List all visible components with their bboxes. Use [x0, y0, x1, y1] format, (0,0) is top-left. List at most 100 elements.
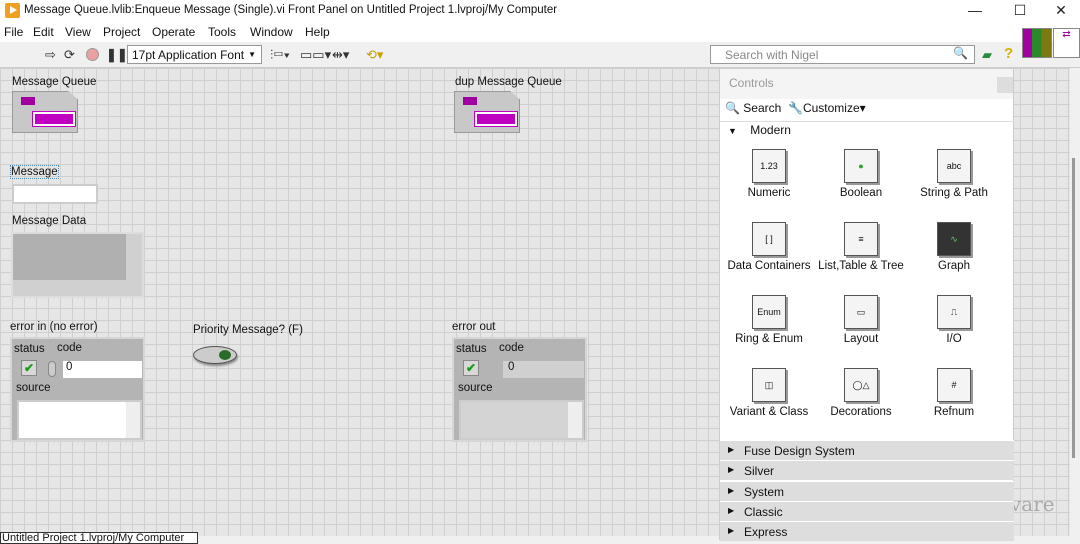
expanded-triangle-icon: ▼ — [728, 126, 737, 136]
dup-message-queue-refnum — [454, 91, 520, 133]
item-label: Layout — [843, 333, 879, 345]
item-label: Decorations — [830, 406, 892, 418]
category-system[interactable]: System — [720, 481, 1014, 501]
status-checkbox[interactable]: ✔ — [21, 360, 37, 376]
controls-palette: Controls 🔍 Search 🔧Customize▾ ▼ Modern 1… — [719, 68, 1014, 541]
item-label: Refnum — [933, 406, 975, 418]
ring-enum-icon: Enum — [752, 295, 786, 329]
modern-label: Modern — [750, 123, 791, 137]
palette-item-data-containers[interactable]: [ ] Data Containers — [724, 222, 814, 272]
item-label: List,Table & Tree — [818, 260, 904, 272]
menu-tools[interactable]: Tools — [208, 25, 236, 39]
item-label: String & Path — [920, 187, 988, 199]
run-continuously-icon[interactable]: ⟳ — [64, 47, 75, 63]
palette-search-button[interactable]: 🔍 Search — [725, 101, 781, 115]
item-label: Boolean — [839, 187, 883, 199]
resize-objects-icon[interactable]: ⇹▾ — [332, 47, 349, 63]
distribute-objects-icon[interactable]: ▭▭▾ — [300, 47, 331, 63]
status-label: status — [14, 343, 45, 355]
category-silver[interactable]: Silver — [720, 460, 1014, 480]
menu-edit[interactable]: Edit — [33, 25, 54, 39]
message-data-label: Message Data — [12, 215, 87, 227]
layout-icon: ▭ — [844, 295, 878, 329]
vi-icon[interactable]: ⇄ — [1053, 28, 1080, 58]
close-palette-button[interactable] — [997, 77, 1013, 93]
palette-item-variant-class[interactable]: ◫ Variant & Class — [724, 368, 814, 418]
source-input[interactable] — [17, 400, 142, 440]
minimize-button[interactable]: — — [960, 2, 990, 20]
connector-pane-icon[interactable] — [1022, 28, 1052, 58]
help-icon[interactable]: ? — [1004, 45, 1013, 62]
item-label: Ring & Enum — [735, 333, 803, 345]
search-icon: 🔍 — [953, 46, 968, 60]
error-out-cluster: status code ✔ 0 source — [452, 337, 587, 442]
palette-item-graph[interactable]: ∿ Graph — [909, 222, 999, 272]
item-label: Graph — [938, 260, 970, 272]
labview-app-icon — [5, 3, 20, 18]
numeric-icon: 1.23 — [752, 149, 786, 183]
category-classic[interactable]: Classic — [720, 501, 1014, 521]
message-queue-label: Message Queue — [12, 76, 97, 88]
vertical-scrollbar[interactable] — [1072, 158, 1075, 458]
font-select[interactable]: 17pt Application Font ▼ — [127, 45, 262, 64]
nigel-chat-icon[interactable]: ▰ — [982, 47, 992, 63]
category-fuse-design-system[interactable]: Fuse Design System — [720, 440, 1014, 460]
message-queue-refnum[interactable] — [12, 91, 78, 133]
dup-message-queue-label: dup Message Queue — [455, 76, 562, 88]
maximize-button[interactable]: ☐ — [1005, 2, 1035, 20]
menu-project[interactable]: Project — [103, 25, 140, 39]
led-icon — [219, 350, 231, 360]
menu-file[interactable]: File — [4, 25, 23, 39]
code-label: code — [57, 342, 82, 354]
menu-help[interactable]: Help — [305, 25, 330, 39]
data-containers-icon: [ ] — [752, 222, 786, 256]
abort-icon[interactable] — [86, 48, 99, 61]
palette-item-decorations[interactable]: ◯△ Decorations — [816, 368, 906, 418]
item-label: Data Containers — [727, 260, 811, 272]
palette-item-io[interactable]: ⎍ I/O — [909, 295, 999, 345]
string-path-icon: abc — [937, 149, 971, 183]
menu-operate[interactable]: Operate — [152, 25, 195, 39]
list-table-tree-icon: ≡ — [844, 222, 878, 256]
priority-message-label: Priority Message? (F) — [193, 324, 303, 336]
status-indicator: ✔ — [463, 360, 479, 376]
message-data-variant[interactable] — [11, 232, 144, 298]
font-select-value: 17pt Application Font — [132, 48, 245, 62]
error-in-cluster: status code ✔ 0 source — [10, 337, 145, 442]
priority-message-toggle[interactable] — [193, 346, 237, 364]
palette-item-refnum[interactable]: # Refnum — [909, 368, 999, 418]
code-indicator: 0 — [503, 361, 584, 378]
category-express[interactable]: Express — [720, 521, 1014, 541]
menu-view[interactable]: View — [65, 25, 91, 39]
palette-item-boolean[interactable]: ● Boolean — [816, 149, 906, 199]
palette-item-string-path[interactable]: abc String & Path — [909, 149, 999, 199]
source-label: source — [16, 382, 51, 394]
status-bar-project: Untitled Project 1.lvproj/My Computer — [0, 532, 198, 544]
window-title: Message Queue.lvlib:Enqueue Message (Sin… — [24, 4, 558, 16]
code-input[interactable]: 0 — [63, 361, 142, 378]
palette-item-numeric[interactable]: 1.23 Numeric — [724, 149, 814, 199]
code-increment-icon[interactable] — [48, 361, 56, 377]
category-modern[interactable]: ▼ Modern — [728, 123, 791, 137]
message-input[interactable] — [12, 184, 98, 204]
graph-icon: ∿ — [937, 222, 971, 256]
close-button[interactable]: ✕ — [1046, 2, 1076, 20]
io-icon: ⎍ — [937, 295, 971, 329]
customize-button[interactable]: 🔧Customize▾ — [788, 101, 866, 115]
wrench-icon: 🔧 — [788, 101, 803, 115]
run-arrow-icon[interactable]: ⇨ — [45, 47, 56, 63]
search-input[interactable]: Search with Nigel 🔍 — [710, 45, 975, 64]
error-in-label: error in (no error) — [10, 321, 98, 333]
customize-label: Customize▾ — [802, 101, 866, 115]
align-objects-icon[interactable]: ⫶▭▾ — [270, 47, 290, 63]
menu-bar: File Edit View Project Operate Tools Win… — [0, 22, 1080, 42]
palette-item-ring-enum[interactable]: Enum Ring & Enum — [724, 295, 814, 345]
code-label: code — [499, 342, 524, 354]
menu-window[interactable]: Window — [250, 25, 293, 39]
palette-item-list-table-tree[interactable]: ≡ List,Table & Tree — [816, 222, 906, 272]
search-icon: 🔍 — [725, 101, 740, 115]
item-label: Numeric — [747, 187, 791, 199]
reorder-icon[interactable]: ⟲▾ — [366, 47, 383, 63]
palette-item-layout[interactable]: ▭ Layout — [816, 295, 906, 345]
pause-icon[interactable]: ❚❚ — [106, 47, 128, 63]
